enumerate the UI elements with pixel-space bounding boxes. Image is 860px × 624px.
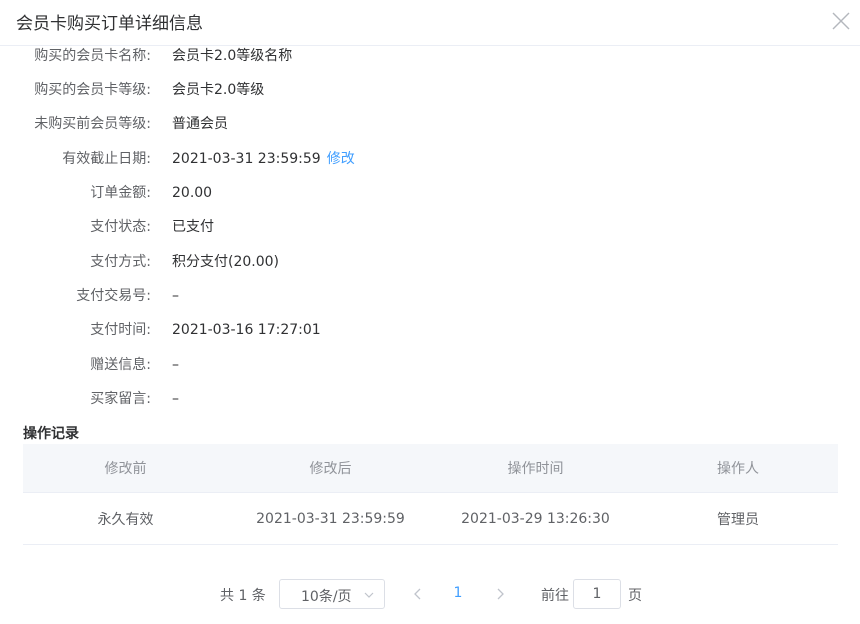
column-header-time: 操作时间 xyxy=(507,461,564,477)
edit-expiry-link[interactable]: 修改 xyxy=(327,151,355,167)
detail-row-gift-info: 赠送信息: – xyxy=(0,353,860,377)
detail-row-payment-method: 支付方式: 积分支付(20.00) xyxy=(0,250,860,274)
detail-label: 订单金额: xyxy=(90,185,151,201)
table-row: 永久有效 2021-03-31 23:59:59 2021-03-29 13:2… xyxy=(23,493,838,545)
detail-value: 已支付 xyxy=(172,219,214,235)
pagination-total: 共 1 条 xyxy=(220,588,266,604)
detail-label: 未购买前会员等级: xyxy=(34,116,151,132)
detail-value: – xyxy=(172,288,179,304)
detail-label: 购买的会员卡等级: xyxy=(34,82,151,98)
page-size-select[interactable]: 10条/页 xyxy=(279,579,385,609)
detail-value: 普通会员 xyxy=(172,116,228,132)
detail-row-amount: 订单金额: 20.00 xyxy=(0,181,860,205)
detail-label: 支付交易号: xyxy=(76,288,151,304)
detail-value: – xyxy=(172,391,179,407)
column-header-after: 修改后 xyxy=(309,461,352,477)
detail-row-previous-level: 未购买前会员等级: 普通会员 xyxy=(0,112,860,136)
prev-page-button[interactable] xyxy=(408,584,428,604)
chevron-down-icon xyxy=(364,592,374,598)
operation-log-title: 操作记录 xyxy=(23,426,79,442)
detail-row-payment-time: 支付时间: 2021-03-16 17:27:01 xyxy=(0,318,860,342)
pagination: 共 1 条 10条/页 1 前往 页 xyxy=(0,579,860,611)
detail-value: 2021-03-16 17:27:01 xyxy=(172,322,321,338)
detail-value: 会员卡2.0等级名称 xyxy=(172,48,293,64)
dialog-title: 会员卡购买订单详细信息 xyxy=(16,14,203,34)
detail-label: 支付时间: xyxy=(90,322,151,338)
table-cell: 永久有效 xyxy=(97,511,154,528)
detail-row-expiry-date: 有效截止日期: 2021-03-31 23:59:59 修改 xyxy=(0,147,860,171)
page-number-current[interactable]: 1 xyxy=(448,585,468,601)
detail-label: 买家留言: xyxy=(90,391,151,407)
page-size-value: 10条/页 xyxy=(301,589,352,605)
detail-value-wrap: 2021-03-31 23:59:59 修改 xyxy=(172,147,355,171)
operation-log-table: 修改前 修改后 操作时间 操作人 永久有效 2021-03-31 23:59:5… xyxy=(23,444,838,545)
column-header-before: 修改前 xyxy=(104,461,147,477)
column-header-operator: 操作人 xyxy=(717,461,759,477)
goto-page-input[interactable] xyxy=(573,579,621,609)
detail-label: 有效截止日期: xyxy=(62,151,151,167)
detail-value: 2021-03-31 23:59:59 xyxy=(172,151,321,167)
table-cell: 管理员 xyxy=(717,511,759,528)
detail-row-transaction-id: 支付交易号: – xyxy=(0,284,860,308)
chevron-left-icon xyxy=(414,588,421,600)
detail-value: 会员卡2.0等级 xyxy=(172,82,265,98)
table-header: 修改前 修改后 操作时间 操作人 xyxy=(23,444,838,493)
detail-label: 购买的会员卡名称: xyxy=(34,48,151,64)
goto-label: 前往 xyxy=(541,588,569,604)
next-page-button[interactable] xyxy=(490,584,510,604)
chevron-right-icon xyxy=(497,588,504,600)
detail-value: – xyxy=(172,357,179,373)
detail-row-buyer-message: 买家留言: – xyxy=(0,387,860,411)
detail-row-card-level: 购买的会员卡等级: 会员卡2.0等级 xyxy=(0,78,860,102)
detail-label: 支付方式: xyxy=(90,254,151,270)
table-cell: 2021-03-29 13:26:30 xyxy=(461,510,610,527)
dialog-header: 会员卡购买订单详细信息 xyxy=(0,0,860,46)
table-cell: 2021-03-31 23:59:59 xyxy=(256,510,405,527)
detail-label: 支付状态: xyxy=(90,219,151,235)
close-button[interactable] xyxy=(828,8,854,34)
detail-label: 赠送信息: xyxy=(90,357,151,373)
detail-row-card-name: 购买的会员卡名称: 会员卡2.0等级名称 xyxy=(0,44,860,68)
detail-value: 20.00 xyxy=(172,185,213,201)
goto-suffix: 页 xyxy=(628,588,642,604)
close-icon xyxy=(832,12,850,30)
detail-row-payment-status: 支付状态: 已支付 xyxy=(0,215,860,239)
detail-value: 积分支付(20.00) xyxy=(172,254,280,270)
